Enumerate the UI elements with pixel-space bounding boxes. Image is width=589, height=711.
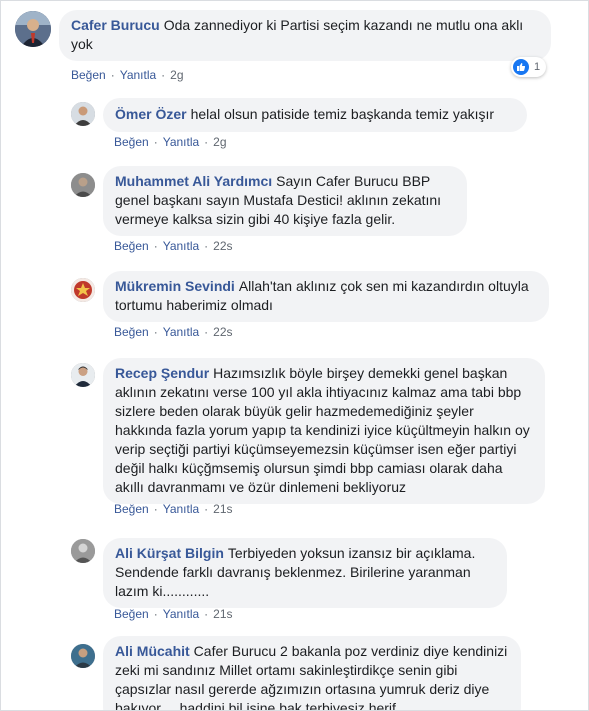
comment-bubble: Cafer Burucu Oda zannediyor ki Partisi se… bbox=[59, 10, 551, 61]
comment-text: helal olsun patiside temiz başkanda temi… bbox=[190, 106, 495, 122]
avatar[interactable] bbox=[71, 102, 95, 126]
comment-actions: Beğen · Yanıtla · 21s bbox=[114, 502, 233, 516]
comment-bubble: Ömer Özer helal olsun patiside temiz başk… bbox=[103, 98, 527, 132]
comment-actions: Beğen · Yanıtla · 22s bbox=[114, 239, 233, 253]
like-thumb-icon bbox=[513, 59, 529, 75]
avatar[interactable] bbox=[71, 539, 95, 563]
comment-actions: Beğen · Yanıtla · 2g bbox=[71, 68, 184, 82]
comment-actions: Beğen · Yanıtla · 22s bbox=[114, 325, 233, 339]
avatar[interactable] bbox=[15, 11, 51, 47]
like-button[interactable]: Beğen bbox=[114, 502, 149, 516]
comment-text: Hazımsızlık böyle birşey demekki genel b… bbox=[115, 365, 530, 495]
reply-button[interactable]: Yanıtla bbox=[163, 607, 199, 621]
comment-author[interactable]: Ömer Özer bbox=[115, 106, 187, 122]
like-button[interactable]: Beğen bbox=[71, 68, 106, 82]
comment-time[interactable]: 2g bbox=[170, 68, 183, 82]
reply-button[interactable]: Yanıtla bbox=[163, 325, 199, 339]
comment-bubble: Ali Mücahit Cafer Burucu 2 bakanla poz ve… bbox=[103, 636, 521, 710]
comment-bubble: Ali Kürşat Bilgin Terbiyeden yoksun izans… bbox=[103, 538, 507, 608]
like-button[interactable]: Beğen bbox=[114, 135, 149, 149]
avatar[interactable] bbox=[71, 644, 95, 668]
comment-time[interactable]: 22s bbox=[213, 239, 232, 253]
comment-author[interactable]: Muhammet Ali Yardımcı bbox=[115, 173, 272, 189]
comment-actions: Beğen · Yanıtla · 2g bbox=[114, 135, 227, 149]
comment-thread: Cafer Burucu Oda zannediyor ki Partisi se… bbox=[0, 0, 589, 711]
comment-time[interactable]: 2g bbox=[213, 135, 226, 149]
like-button[interactable]: Beğen bbox=[114, 607, 149, 621]
comment-actions: Beğen · Yanıtla · 21s bbox=[114, 607, 233, 621]
like-button[interactable]: Beğen bbox=[114, 239, 149, 253]
avatar[interactable] bbox=[71, 173, 95, 197]
comment-author[interactable]: Ali Mücahit bbox=[115, 643, 190, 659]
reply-button[interactable]: Yanıtla bbox=[163, 239, 199, 253]
comment-time[interactable]: 22s bbox=[213, 325, 232, 339]
comment-bubble: Muhammet Ali Yardımcı Sayın Cafer Burucu … bbox=[103, 166, 467, 236]
comment-author[interactable]: Cafer Burucu bbox=[71, 17, 160, 33]
avatar[interactable] bbox=[71, 278, 95, 302]
comment-time[interactable]: 21s bbox=[213, 502, 232, 516]
reply-button[interactable]: Yanıtla bbox=[120, 68, 156, 82]
like-button[interactable]: Beğen bbox=[114, 325, 149, 339]
comment-author[interactable]: Mükremin Sevindi bbox=[115, 278, 235, 294]
reaction-badge[interactable]: 1 bbox=[511, 57, 547, 77]
comment-bubble: Recep Şendur Hazımsızlık böyle birşey dem… bbox=[103, 358, 545, 504]
reaction-count: 1 bbox=[534, 61, 541, 73]
reply-button[interactable]: Yanıtla bbox=[163, 135, 199, 149]
reply-button[interactable]: Yanıtla bbox=[163, 502, 199, 516]
comment-author[interactable]: Recep Şendur bbox=[115, 365, 209, 381]
comment-author[interactable]: Ali Kürşat Bilgin bbox=[115, 545, 224, 561]
comment-time[interactable]: 21s bbox=[213, 607, 232, 621]
comment-bubble: Mükremin Sevindi Allah'tan aklınız çok se… bbox=[103, 271, 549, 322]
avatar[interactable] bbox=[71, 363, 95, 387]
